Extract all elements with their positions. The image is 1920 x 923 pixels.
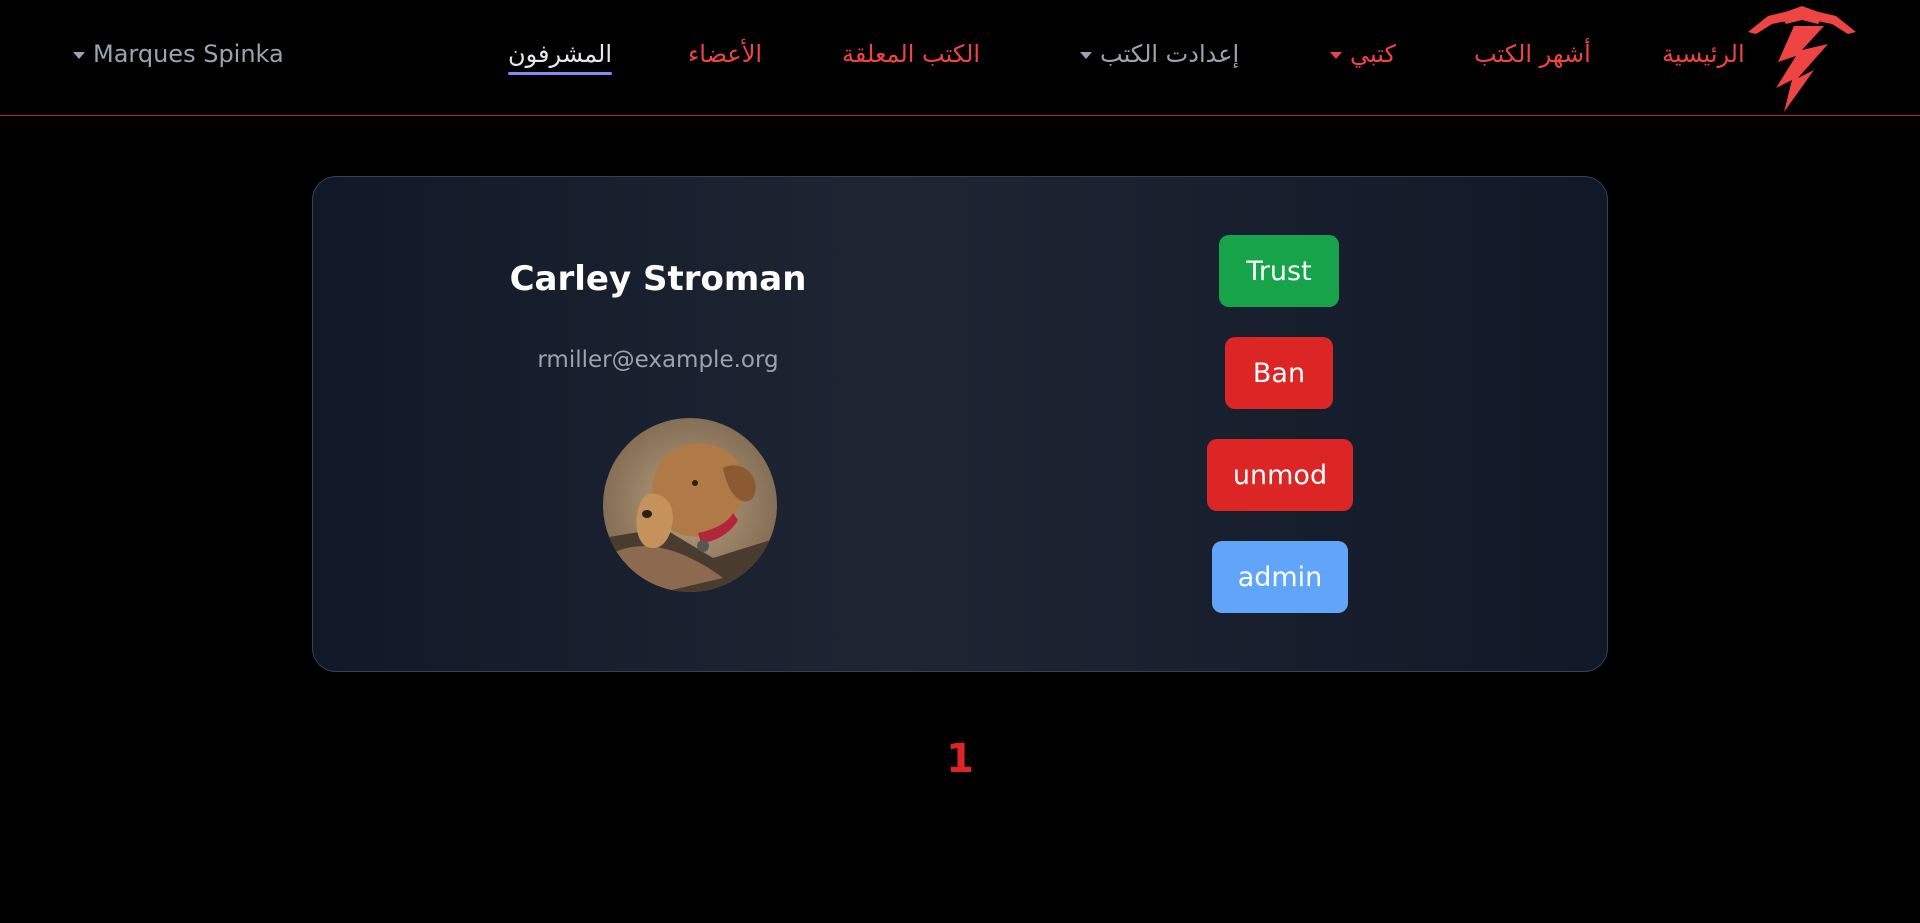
nav-my-books-label: كتبي — [1350, 40, 1396, 68]
trust-button[interactable]: Trust — [1219, 235, 1339, 307]
nav-pending-books[interactable]: الكتب المعلقة — [842, 40, 980, 69]
navbar: Marques Spinka المشرفون الأعضاء الكتب ال… — [0, 0, 1920, 116]
user-menu[interactable]: Marques Spinka — [73, 40, 284, 69]
nav-members[interactable]: الأعضاء — [688, 40, 762, 69]
admin-button[interactable]: admin — [1212, 541, 1348, 613]
user-menu-label: Marques Spinka — [93, 40, 284, 68]
nav-book-settings[interactable]: إعدادت الكتب — [1080, 40, 1239, 69]
nav-moderators[interactable]: المشرفون — [508, 40, 613, 75]
user-email: rmiller@example.org — [537, 347, 779, 373]
avatar — [603, 418, 777, 592]
unmod-button[interactable]: unmod — [1207, 439, 1353, 511]
dog-photo-icon — [603, 418, 777, 592]
logo-icon[interactable] — [1744, 4, 1860, 114]
ban-button[interactable]: Ban — [1225, 337, 1333, 409]
nav-home[interactable]: الرئيسية — [1662, 40, 1745, 69]
nav-my-books[interactable]: كتبي — [1330, 40, 1396, 69]
chevron-down-icon — [1330, 51, 1342, 59]
pagination-page-1[interactable]: 1 — [940, 736, 980, 782]
nav-book-settings-label: إعدادت الكتب — [1100, 40, 1240, 68]
user-name: Carley Stroman — [509, 259, 807, 299]
chevron-down-icon — [73, 51, 85, 59]
nav-top-books[interactable]: أشهر الكتب — [1474, 40, 1591, 69]
chevron-down-icon — [1080, 51, 1092, 59]
user-card: Carley Stroman rmiller@example.org Trust… — [312, 176, 1608, 672]
